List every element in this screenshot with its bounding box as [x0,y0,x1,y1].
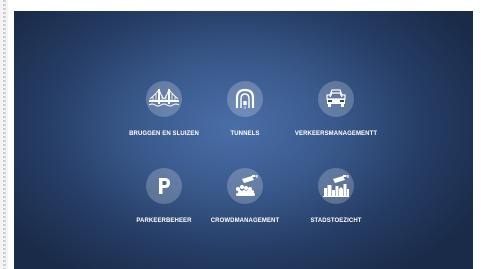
bridge-icon [146,81,182,117]
tunnel-icon [227,81,263,117]
city-camera-icon [318,168,354,204]
traffic-cars-icon [318,81,354,117]
main-panel: BRUGGEN EN SLUIZEN TUNNELS VERKEERSMANAG… [14,11,473,269]
tile-label: STADSTOEZICHT [310,218,362,224]
tile-label: VERKEERSMANAGEMENTT [294,131,378,137]
crowd-camera-icon [227,168,263,204]
left-edge-strip [0,0,8,269]
tile-stadstoezicht[interactable]: STADSTOEZICHT [281,168,391,238]
tile-verkeersmanagement[interactable]: VERKEERSMANAGEMENTT [281,81,391,151]
parking-icon [146,168,182,204]
